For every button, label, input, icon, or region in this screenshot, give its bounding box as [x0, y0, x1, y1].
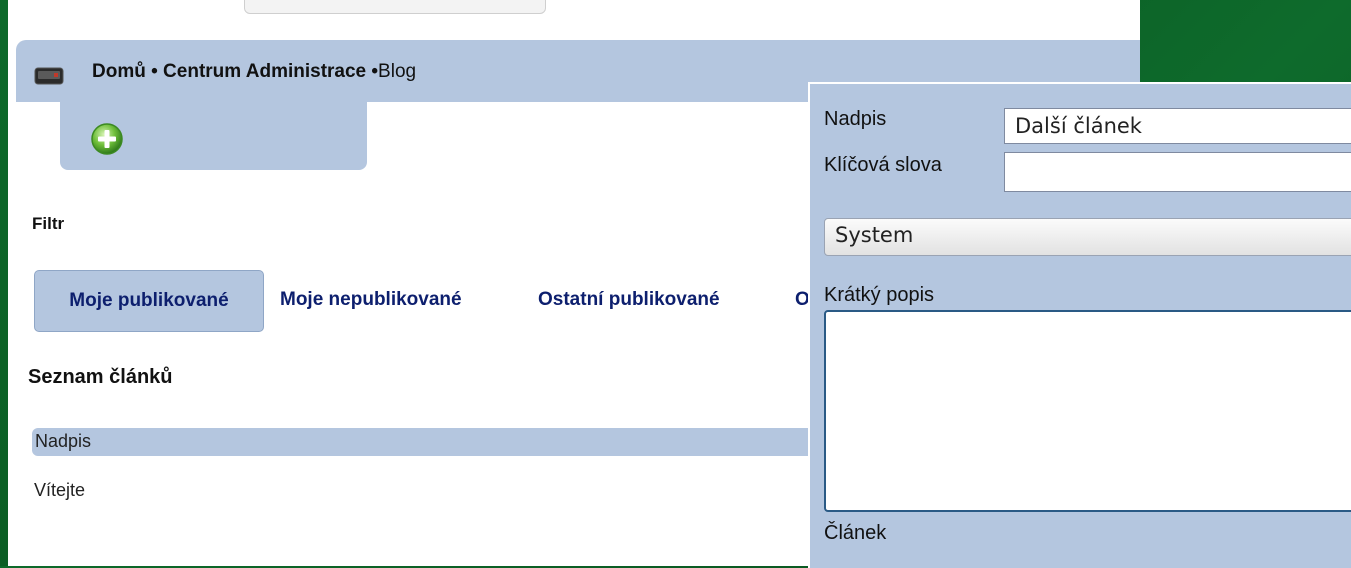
tab-my-published[interactable]: Moje publikované [34, 270, 264, 332]
tab-my-unpublished[interactable]: Moje nepublikované [280, 270, 462, 330]
title-label: Nadpis [824, 108, 887, 130]
breadcrumb-admin[interactable]: Centrum Administrace [163, 61, 366, 82]
top-tab[interactable] [244, 0, 546, 14]
tab-others-published[interactable]: Ostatní publikované [538, 270, 720, 330]
keywords-input[interactable] [1004, 152, 1351, 192]
short-description-label: Krátký popis [824, 284, 935, 306]
window-top-strip [8, 0, 1140, 14]
column-header-title[interactable]: Nadpis [35, 431, 91, 452]
title-input[interactable] [1004, 108, 1351, 144]
short-description-textarea[interactable] [824, 310, 1351, 512]
keywords-label: Klíčová slova [824, 154, 942, 176]
article-list-title: Seznam článků [28, 366, 173, 388]
breadcrumb-blog: Blog [378, 61, 417, 82]
table-row[interactable]: Vítejte [34, 480, 85, 501]
article-edit-form: Nadpis Klíčová slova System Krátký popis… [808, 82, 1351, 568]
category-select[interactable]: System [824, 218, 1351, 256]
filter-label: Filtr [32, 214, 65, 233]
breadcrumb-home[interactable]: Domů [92, 61, 146, 82]
breadcrumb: Domů • Centrum Administrace •Blog [92, 61, 416, 83]
breadcrumb-separator: • [145, 61, 164, 82]
add-icon[interactable] [90, 122, 124, 156]
article-label: Článek [824, 522, 887, 544]
breadcrumb-separator: • [366, 61, 379, 82]
monitor-icon[interactable] [34, 66, 64, 86]
